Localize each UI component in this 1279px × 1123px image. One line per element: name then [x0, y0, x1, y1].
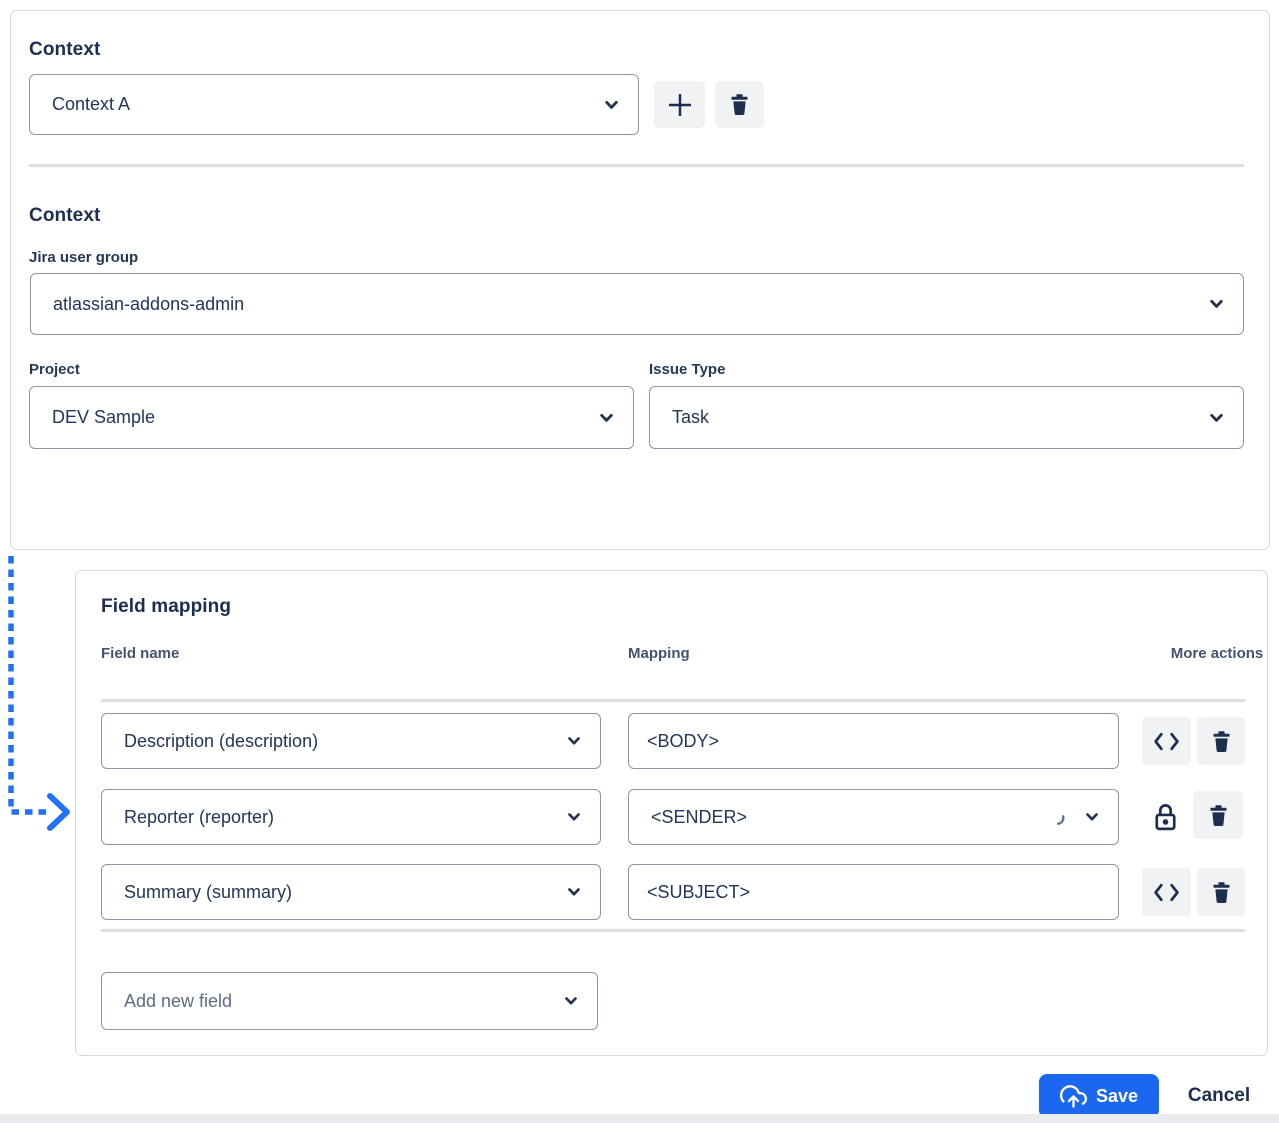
chevron-down-icon	[566, 809, 582, 825]
mapping-value: <SENDER>	[651, 807, 747, 828]
field-name-value: Reporter (reporter)	[124, 807, 274, 828]
delete-row-button[interactable]	[1197, 717, 1245, 765]
field-name-value: Description (description)	[124, 731, 318, 752]
add-context-button[interactable]	[654, 81, 705, 128]
mapping-select-reporter[interactable]: <SENDER>	[628, 789, 1119, 845]
trash-icon	[1206, 803, 1231, 828]
column-header-mapping: Mapping	[628, 641, 690, 667]
field-name-select-description[interactable]: Description (description)	[101, 713, 601, 769]
jira-user-group-value: atlassian-addons-admin	[53, 294, 244, 315]
mapping-input-summary[interactable]	[628, 864, 1119, 920]
chevron-down-icon	[566, 733, 582, 749]
chevron-down-icon	[598, 409, 615, 426]
project-label: Project	[29, 361, 80, 378]
context-select[interactable]: Context A	[29, 74, 639, 135]
add-new-field-placeholder: Add new field	[124, 991, 232, 1012]
bottom-page-divider	[0, 1114, 1279, 1123]
issue-type-label: Issue Type	[649, 361, 725, 378]
column-header-more-actions: More actions	[1162, 641, 1272, 667]
context-card: Context Context A Context Jira use	[10, 10, 1270, 550]
context-select-value: Context A	[52, 94, 130, 115]
save-button[interactable]: Save	[1039, 1074, 1159, 1118]
context-form-heading: Context	[29, 205, 100, 227]
field-name-select-summary[interactable]: Summary (summary)	[101, 864, 601, 920]
table-header-divider	[101, 699, 1245, 702]
code-icon	[1153, 883, 1180, 902]
table-bottom-divider	[101, 929, 1245, 932]
issue-type-select-value: Task	[672, 407, 709, 428]
trash-icon	[1209, 880, 1234, 905]
cancel-button[interactable]: Cancel	[1173, 1074, 1265, 1118]
project-select-value: DEV Sample	[52, 407, 155, 428]
trash-icon	[1209, 729, 1234, 754]
chevron-down-icon	[1208, 409, 1225, 426]
code-icon	[1153, 732, 1180, 751]
jira-user-group-label: Jira user group	[29, 249, 138, 266]
email-to-jira-config-page: Context Context A Context Jira use	[0, 0, 1279, 1123]
trash-icon	[727, 92, 752, 117]
section-divider	[29, 164, 1244, 167]
column-header-field-name: Field name	[101, 641, 179, 667]
save-button-label: Save	[1096, 1086, 1138, 1107]
jira-user-group-select[interactable]: atlassian-addons-admin	[30, 273, 1244, 335]
lock-icon	[1151, 795, 1179, 839]
issue-type-select[interactable]: Task	[649, 386, 1244, 449]
field-mapping-heading: Field mapping	[101, 596, 231, 618]
add-new-field-select[interactable]: Add new field	[101, 972, 598, 1030]
chevron-down-icon	[603, 96, 620, 113]
delete-context-button[interactable]	[715, 81, 764, 128]
field-mapping-card: Field mapping Field name Mapping More ac…	[75, 570, 1268, 1056]
delete-row-button[interactable]	[1197, 868, 1245, 916]
delete-row-button[interactable]	[1193, 791, 1243, 839]
cloud-upload-icon	[1060, 1083, 1087, 1110]
chevron-down-icon	[1208, 296, 1225, 313]
chevron-down-icon	[566, 884, 582, 900]
loading-spinner-icon	[1049, 810, 1066, 827]
project-select[interactable]: DEV Sample	[29, 386, 634, 449]
chevron-down-icon	[563, 993, 579, 1009]
context-selector-heading: Context	[29, 39, 100, 61]
mapping-input-description[interactable]	[628, 713, 1119, 769]
field-name-select-reporter[interactable]: Reporter (reporter)	[101, 789, 601, 845]
edit-code-button[interactable]	[1142, 868, 1191, 916]
edit-code-button[interactable]	[1142, 717, 1191, 765]
chevron-down-icon	[1084, 809, 1100, 825]
plus-icon	[665, 90, 695, 120]
field-name-value: Summary (summary)	[124, 882, 292, 903]
